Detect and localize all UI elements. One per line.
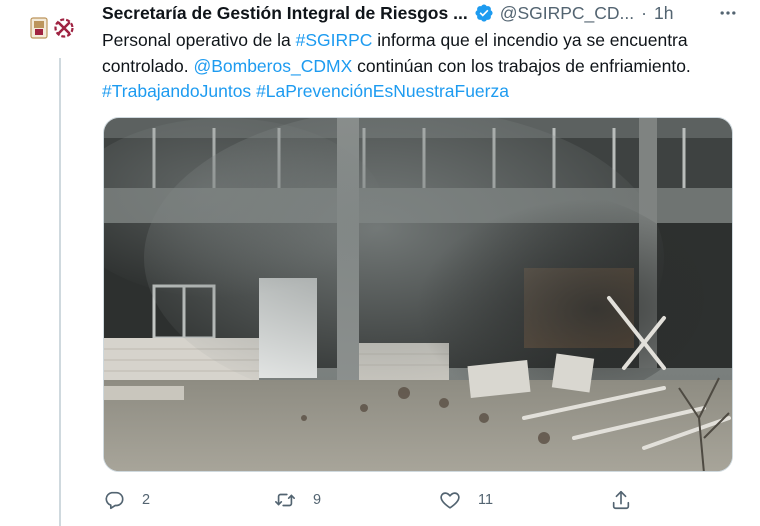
- verified-badge-icon: [475, 4, 493, 22]
- retweet-button[interactable]: 9: [274, 488, 321, 512]
- hashtag-sgirpc-link[interactable]: #SGIRPC: [296, 30, 373, 50]
- burned-building-photo: [104, 118, 732, 471]
- tweet-header: Secretaría de Gestión Integral de Riesgo…: [102, 2, 740, 24]
- avatar[interactable]: [30, 14, 80, 42]
- more-icon: [720, 11, 736, 15]
- tweet-text-line-2: controlado. @Bomberos_CDMX continúan con…: [102, 54, 742, 80]
- reply-count: 2: [142, 492, 151, 508]
- tweet-photo[interactable]: [103, 117, 733, 472]
- author-handle[interactable]: @SGIRPC_CD...: [500, 3, 634, 24]
- tweet-text: Personal operativo de la #SGIRPC informa…: [102, 28, 742, 105]
- heart-icon: [440, 492, 460, 509]
- author-name[interactable]: Secretaría de Gestión Integral de Riesgo…: [102, 3, 468, 24]
- text-segment: continúan con los trabajos de enfriamien…: [352, 55, 691, 76]
- like-count: 11: [478, 492, 494, 508]
- text-segment: Personal operativo de la: [102, 30, 296, 50]
- retweet-icon: [275, 493, 295, 507]
- share-button[interactable]: [610, 488, 632, 512]
- retweet-count: 9: [313, 492, 322, 508]
- tweet-time[interactable]: 1h: [654, 3, 673, 24]
- like-button[interactable]: 11: [439, 488, 493, 512]
- hashtag-prevencion-link[interactable]: #LaPrevenciónEsNuestraFuerza: [256, 81, 509, 101]
- share-icon: [612, 490, 630, 510]
- reply-button[interactable]: 2: [103, 488, 150, 512]
- thread-line: [59, 58, 61, 526]
- tweet-actions: 2 9 11: [103, 488, 643, 512]
- mention-bomberos-link[interactable]: @Bomberos_CDMX: [193, 56, 352, 76]
- hashtag-trabajando-link[interactable]: #TrabajandoJuntos: [102, 81, 251, 101]
- reply-icon: [105, 491, 124, 510]
- cdmx-emblem-logo-icon: [54, 18, 74, 38]
- more-button[interactable]: [716, 2, 740, 24]
- tweet-text-line-1: Personal operativo de la #SGIRPC informa…: [102, 28, 742, 54]
- text-segment: controlado.: [102, 55, 194, 76]
- separator-dot: ·: [641, 2, 647, 23]
- text-segment: informa que el incendio ya se encuentra: [372, 30, 688, 50]
- tweet-text-line-3: #TrabajandoJuntos #LaPrevenciónEsNuestra…: [102, 79, 742, 105]
- cdmx-shield-logo-icon: [30, 17, 48, 39]
